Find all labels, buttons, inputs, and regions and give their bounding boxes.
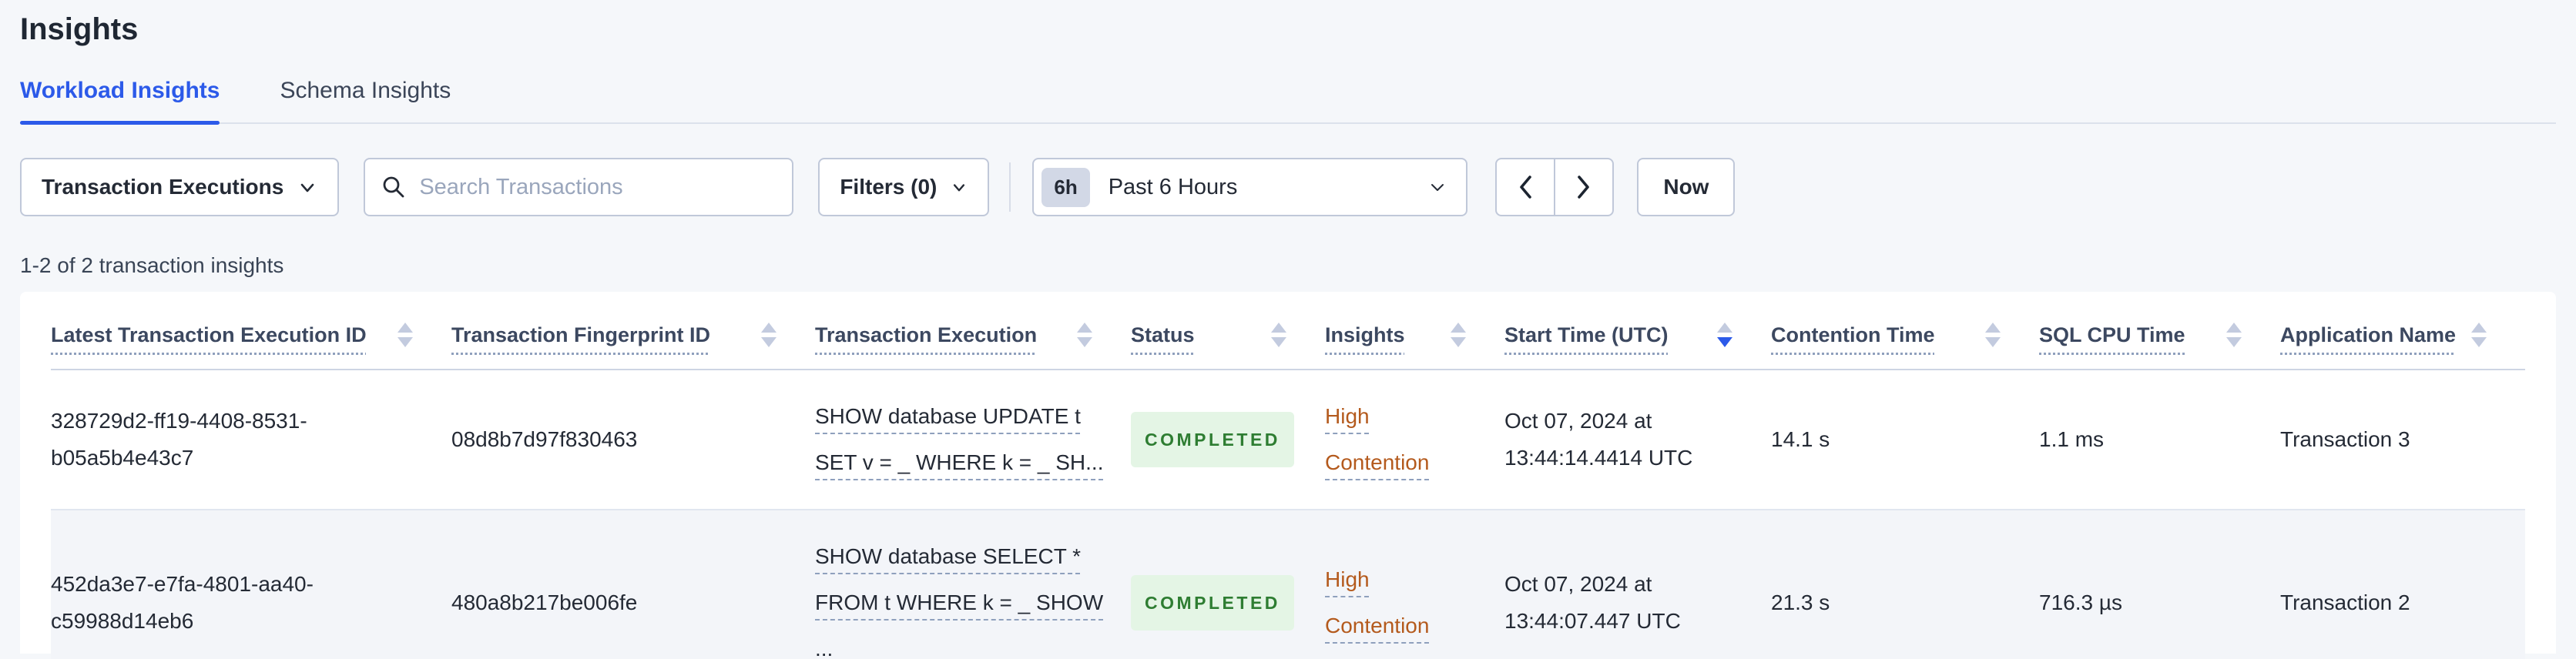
transaction-execution-link[interactable]: SHOW database UPDATE t [815, 404, 1081, 428]
results-count: 1-2 of 2 transaction insights [20, 253, 284, 277]
insights-table-card: Latest Transaction Execution ID Transact… [20, 292, 2556, 659]
transaction-execution-link[interactable]: SHOW database SELECT * [815, 544, 1081, 568]
transaction-execution-link[interactable]: SET v = _ WHERE k = _ SH... [815, 450, 1104, 474]
status-badge: COMPLETED [1131, 412, 1294, 468]
sort-icon[interactable] [1973, 323, 2001, 348]
column-header-start-time[interactable]: Start Time (UTC) [1504, 323, 1732, 348]
time-range-label: Past 6 Hours [1108, 174, 1238, 199]
column-header-contention-time[interactable]: Contention Time [1771, 323, 2001, 348]
sort-icon[interactable] [2459, 323, 2487, 348]
column-header-application-name[interactable]: Application Name [2280, 323, 2487, 348]
transaction-execution-link[interactable]: FROM t WHERE k = _ SHOW [815, 590, 1103, 614]
sql-cpu-time: 716.3 µs [2039, 590, 2122, 615]
sort-icon[interactable] [385, 323, 413, 348]
table-header-row: Latest Transaction Execution ID Transact… [51, 292, 2525, 371]
filters-button-label: Filters (0) [840, 175, 937, 199]
now-button-label: Now [1663, 175, 1709, 199]
sort-icon[interactable] [1438, 323, 1466, 348]
filters-button[interactable]: Filters (0) [818, 158, 990, 216]
execution-id: 452da3e7-e7fa-4801-aa40-c59988d14eb6 [51, 572, 314, 634]
page-title: Insights [20, 12, 139, 46]
application-name: Transaction 2 [2280, 590, 2410, 615]
insight-link[interactable]: High Contention [1325, 567, 1429, 637]
contention-time: 21.3 s [1771, 590, 1830, 615]
sort-icon[interactable] [1065, 323, 1092, 348]
table-row: 452da3e7-e7fa-4801-aa40-c59988d14eb6 480… [51, 510, 2525, 659]
chevron-left-icon [1515, 173, 1535, 201]
tab-schema-insights[interactable]: Schema Insights [280, 78, 451, 122]
insights-page: Insights Workload Insights Schema Insigh… [0, 0, 2576, 659]
fingerprint-id: 08d8b7d97f830463 [451, 427, 638, 452]
insight-link[interactable]: High Contention [1325, 404, 1429, 474]
search-input[interactable] [419, 174, 777, 200]
transaction-insights-table: Latest Transaction Execution ID Transact… [51, 292, 2525, 659]
column-header-latest-execution-id[interactable]: Latest Transaction Execution ID [51, 323, 413, 348]
fingerprint-id: 480a8b217be006fe [451, 590, 638, 615]
tab-workload-insights[interactable]: Workload Insights [20, 78, 220, 125]
toolbar: Transaction Executions Filters (0) 6h Pa… [20, 158, 2556, 216]
table-row: 328729d2-ff19-4408-8531-b05a5b4e43c7 08d… [51, 370, 2525, 511]
sort-icon[interactable] [749, 323, 776, 348]
column-header-transaction-execution[interactable]: Transaction Execution [815, 323, 1092, 348]
column-header-sql-cpu-time[interactable]: SQL CPU Time [2039, 323, 2242, 348]
chevron-down-icon [1427, 177, 1447, 197]
execution-type-select[interactable]: Transaction Executions [20, 158, 340, 216]
search-icon [381, 174, 407, 200]
sql-cpu-time: 1.1 ms [2039, 427, 2105, 452]
time-range-badge: 6h [1041, 167, 1090, 207]
prev-range-button[interactable] [1495, 158, 1556, 216]
application-name: Transaction 3 [2280, 427, 2410, 452]
sort-icon[interactable] [1259, 323, 1286, 348]
next-range-button[interactable] [1554, 158, 1615, 216]
contention-time: 14.1 s [1771, 427, 1830, 452]
sort-icon[interactable] [2214, 323, 2242, 348]
tabs: Workload Insights Schema Insights [20, 78, 2556, 125]
start-time: Oct 07, 2024 at 13:44:14.4414 UTC [1504, 409, 1693, 470]
time-range-nav [1495, 158, 1615, 216]
search-box[interactable] [364, 158, 794, 216]
chevron-down-icon [297, 177, 317, 197]
column-header-status[interactable]: Status [1131, 323, 1286, 348]
execution-type-select-label: Transaction Executions [42, 175, 284, 199]
toolbar-divider [1009, 162, 1011, 212]
column-header-insights[interactable]: Insights [1325, 323, 1466, 348]
execution-id: 328729d2-ff19-4408-8531-b05a5b4e43c7 [51, 409, 307, 470]
chevron-down-icon [951, 179, 968, 196]
column-header-fingerprint-id[interactable]: Transaction Fingerprint ID [451, 323, 776, 348]
start-time: Oct 07, 2024 at 13:44:07.447 UTC [1504, 572, 1681, 634]
transaction-execution-link[interactable]: ... [815, 637, 833, 659]
time-range-picker[interactable]: 6h Past 6 Hours [1032, 158, 1468, 216]
chevron-right-icon [1574, 173, 1594, 201]
now-button[interactable]: Now [1637, 158, 1736, 216]
status-badge: COMPLETED [1131, 575, 1294, 631]
sort-icon[interactable] [1705, 323, 1732, 348]
